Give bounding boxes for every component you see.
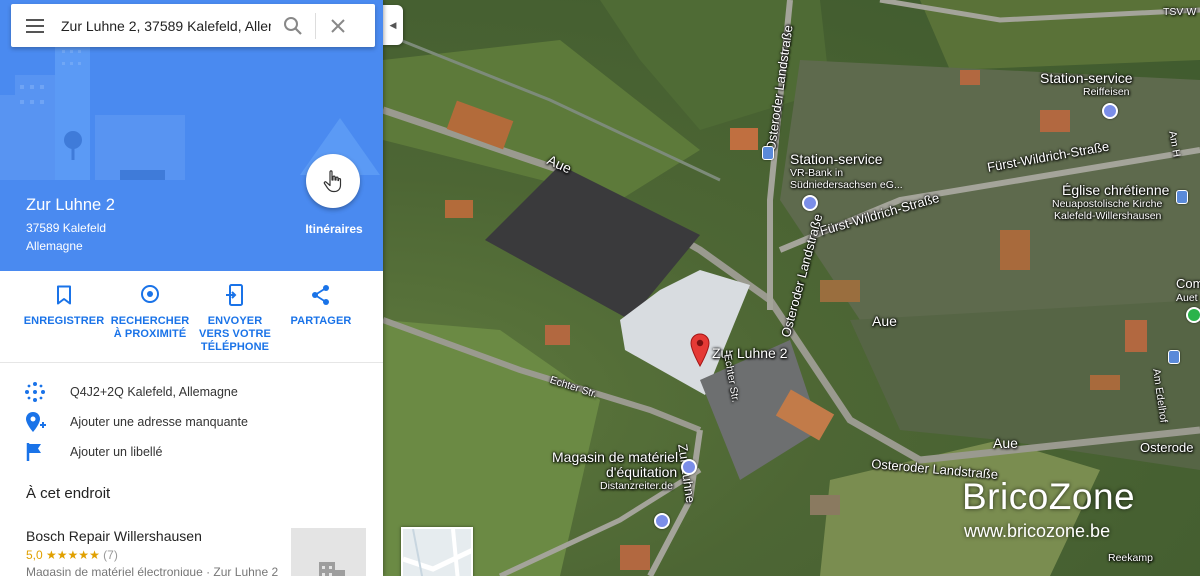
- save-label: ENREGISTRER: [23, 315, 105, 327]
- send-to-phone-button[interactable]: ENVOYER VERS VOTRE TÉLÉPHONE: [191, 283, 279, 354]
- save-button[interactable]: ENREGISTRER: [20, 283, 108, 328]
- gas-station-icon[interactable]: [802, 195, 818, 211]
- close-icon: [331, 18, 345, 33]
- map-layer-toggle[interactable]: [401, 527, 473, 576]
- add-label-row[interactable]: Ajouter un libellé: [0, 437, 383, 467]
- bus-stop-icon[interactable]: [762, 146, 774, 160]
- map-label-station2-sub2: Südniedersachsen eG...: [790, 179, 903, 191]
- map-label-eglise-sub1: Neuapostolische Kirche: [1052, 198, 1163, 210]
- bus-stop-icon[interactable]: [1168, 350, 1180, 364]
- map-label-station2-sub1: VR-Bank in: [790, 167, 844, 179]
- map-label-tsv: TSV W: [1163, 6, 1197, 18]
- rating-stars-icon: ★★★★★: [46, 548, 100, 562]
- search-input[interactable]: [61, 10, 271, 41]
- add-address-text: Ajouter une adresse manquante: [70, 415, 248, 429]
- rating-value: 5,0: [26, 548, 43, 562]
- search-icon: [284, 16, 302, 35]
- place-country-line: Allemagne: [26, 239, 83, 253]
- nearby-place-name[interactable]: Bosch Repair Willershausen: [26, 528, 278, 544]
- search-nearby-button[interactable]: RECHERCHER À PROXIMITÉ: [106, 283, 194, 341]
- flag-icon: [26, 443, 41, 461]
- share-icon: [312, 285, 329, 305]
- search-nearby-label: RECHERCHER À PROXIMITÉ: [110, 315, 190, 340]
- at-this-place-heading: À cet endroit: [26, 485, 111, 502]
- send-to-phone-label: ENVOYER VERS VOTRE TÉLÉPHONE: [199, 315, 271, 353]
- map-label-aue3: Aue: [993, 435, 1018, 451]
- place-postal-line: 37589 Kalefeld: [26, 221, 107, 235]
- plus-code-icon: [25, 382, 45, 402]
- map-label-aue2: Aue: [872, 313, 897, 329]
- map-label-osteroder-right: Osterode: [1140, 440, 1194, 455]
- review-count[interactable]: (7): [103, 548, 118, 562]
- plus-code-text: Q4J2+2Q Kalefeld, Allemagne: [70, 385, 238, 399]
- map-thumbnail-icon: [403, 529, 471, 576]
- watermark-url: www.bricozone.be: [964, 521, 1111, 541]
- add-address-row[interactable]: Ajouter une adresse manquante: [0, 407, 383, 437]
- collapse-panel-button[interactable]: ◀: [383, 5, 403, 45]
- menu-button[interactable]: [11, 4, 61, 47]
- send-to-phone-icon: [226, 284, 243, 306]
- nearby-place-rating: 5,0 ★★★★★ (7): [26, 548, 278, 562]
- bookmark-icon: [57, 285, 71, 305]
- gas-station-icon[interactable]: [1102, 103, 1118, 119]
- map-label-magasin-title1[interactable]: Magasin de matériel: [552, 449, 678, 465]
- nearby-place-category: Magasin de matériel électronique · Zur L…: [26, 565, 279, 576]
- watermark-logo: BricoZone: [962, 476, 1136, 517]
- church-icon[interactable]: [1176, 190, 1188, 204]
- clear-search-button[interactable]: [316, 4, 360, 47]
- share-button[interactable]: PARTAGER: [277, 283, 365, 328]
- map-label-com: Com: [1176, 276, 1200, 291]
- poi-icon[interactable]: [1186, 307, 1200, 323]
- nearby-place-item[interactable]: Bosch Repair Willershausen 5,0 ★★★★★ (7)…: [26, 528, 278, 576]
- map-label-eglise-title[interactable]: Église chrétienne: [1062, 182, 1169, 198]
- directions-button[interactable]: [306, 154, 360, 208]
- map-label-station2-title[interactable]: Station-service: [790, 151, 883, 167]
- chevron-left-icon: ◀: [389, 19, 397, 30]
- directions-label[interactable]: Itinéraires: [300, 222, 368, 236]
- map-label-station1-title[interactable]: Station-service: [1040, 70, 1133, 86]
- search-button[interactable]: [271, 4, 315, 47]
- side-panel: Zur Luhne 2 37589 Kalefeld Allemagne Iti…: [0, 0, 383, 576]
- building-icon: [318, 562, 345, 576]
- map-label-magasin-title2[interactable]: d'équitation: [606, 464, 677, 480]
- action-bar: ENREGISTRER RECHERCHER À PROXIMITÉ ENVOY…: [0, 271, 383, 363]
- hand-cursor-icon: [323, 170, 342, 193]
- map-label-magasin-sub: Distanzreiter.de: [600, 480, 673, 492]
- map-label-eglise-sub2: Kalefeld-Willershausen: [1054, 210, 1162, 222]
- plus-code-row[interactable]: Q4J2+2Q Kalefeld, Allemagne: [0, 377, 383, 407]
- map-label-reekamp: Reekamp: [1108, 552, 1153, 564]
- nearby-place-thumbnail[interactable]: [291, 528, 366, 576]
- hamburger-menu-icon: [26, 18, 44, 33]
- map-label-station1-sub: Reiffeisen: [1083, 86, 1130, 98]
- location-marker-icon[interactable]: [690, 333, 710, 367]
- shopping-icon[interactable]: [654, 513, 670, 529]
- map-label-auet: Auet: [1176, 292, 1198, 304]
- nearby-search-icon: [141, 285, 159, 303]
- share-label: PARTAGER: [290, 315, 352, 327]
- place-title: Zur Luhne 2: [26, 196, 115, 214]
- shopping-icon[interactable]: [681, 459, 697, 475]
- add-location-icon: [26, 412, 46, 432]
- search-box: [11, 4, 375, 47]
- add-label-text: Ajouter un libellé: [70, 445, 163, 459]
